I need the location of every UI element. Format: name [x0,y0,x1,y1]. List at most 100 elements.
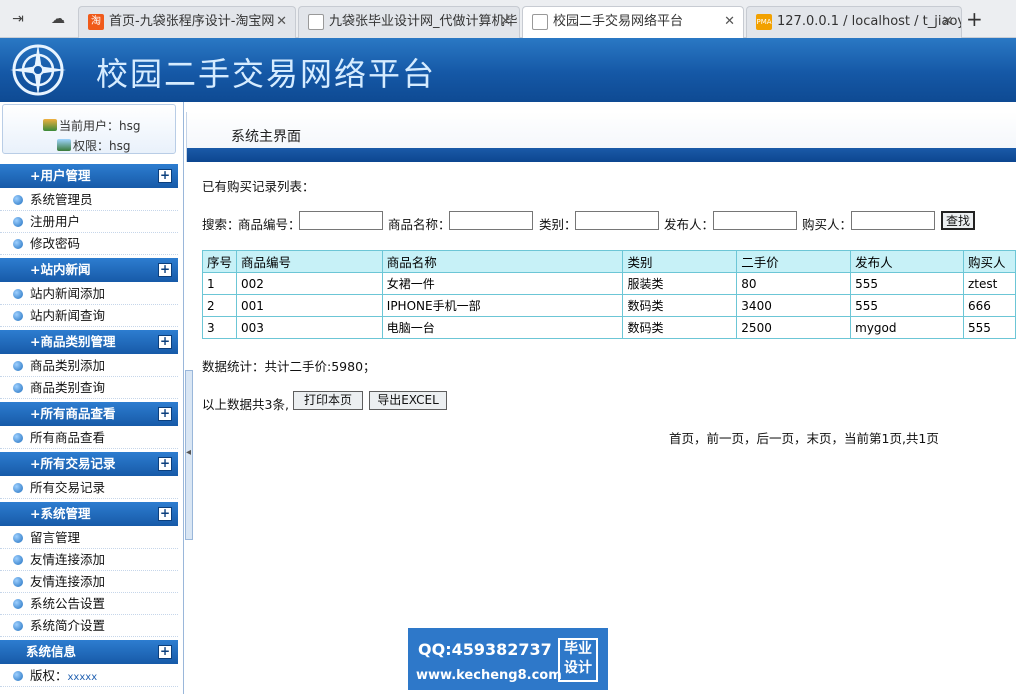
section-title: 系统信息 [26,644,77,659]
publisher-input[interactable] [713,211,797,230]
bullet-icon [13,577,23,587]
site-title: 校园二手交易网络平台 [96,55,437,93]
nav-label: 站内新闻查询 [30,308,106,323]
close-tab-icon[interactable]: ✕ [276,7,287,37]
expand-icon[interactable]: + [158,507,172,521]
section-site-news[interactable]: +站内新闻 + [0,258,178,282]
expand-icon[interactable]: + [158,263,172,277]
section-user-management[interactable]: +用户管理 + [0,164,178,188]
col-header: 序号 [202,250,237,273]
search-prefix: 搜索： [202,217,240,232]
sidebar-toggle-icon[interactable]: ⇥ [8,9,28,29]
expand-icon[interactable]: + [158,169,172,183]
current-user: 当前用户：hsg [43,117,140,134]
expand-icon[interactable]: + [158,645,172,659]
nav-label: 留言管理 [30,530,81,545]
nav-all-transactions[interactable]: 所有交易记录 [0,477,178,499]
table-cell: IPHONE手机一部 [381,294,624,317]
expand-icon[interactable]: + [158,457,172,471]
nav-news-query[interactable]: 站内新闻查询 [0,305,178,327]
code-label: 商品编号： [238,217,301,232]
nav-announcement-settings[interactable]: 系统公告设置 [0,593,178,615]
section-system-info[interactable]: 系统信息 + [0,640,178,664]
expand-icon[interactable]: + [158,407,172,421]
col-header: 商品编号 [235,250,383,273]
table-cell: 555 [850,294,964,317]
tab-label: 九袋张毕业设计网_代做计算机毕 [329,14,518,29]
export-excel-button[interactable]: 导出EXCEL [369,391,447,410]
main-header: 系统主界面 [186,112,1016,162]
expand-icon[interactable]: + [158,335,172,349]
nav-label: 系统管理员 [30,192,93,207]
col-header: 商品名称 [381,250,624,273]
browser-tab-active[interactable]: 校园二手交易网络平台 ✕ [522,6,744,39]
product-code-input[interactable] [299,211,383,230]
nav-all-products[interactable]: 所有商品查看 [0,427,178,449]
pagination[interactable]: 首页，前一页，后一页，末页，当前第1页,共1页 [669,428,939,447]
nav-label: 系统公告设置 [30,596,106,611]
new-tab-icon[interactable]: + [966,9,983,29]
bullet-icon [13,311,23,321]
nav-friend-link-add[interactable]: 友情连接添加 [0,549,178,571]
section-category-management[interactable]: +商品类别管理 + [0,330,178,354]
close-tab-icon[interactable]: ✕ [724,7,735,37]
promo-url: www.kecheng8.com [416,668,562,683]
sidebar-splitter[interactable]: ◂ [185,370,193,540]
print-page-button[interactable]: 打印本页 [293,391,363,410]
nav-category-query[interactable]: 商品类别查询 [0,377,178,399]
section-all-products[interactable]: +所有商品查看 + [0,402,178,426]
product-name-input[interactable] [449,211,533,230]
collapse-arrow-icon[interactable]: ◂ [186,447,191,458]
table-cell: mygod [850,316,964,339]
copyright-label: 版权：xxxxx [30,665,97,688]
nav-system-admin[interactable]: 系统管理员 [0,189,178,211]
table-cell: 3400 [736,294,852,317]
browser-tab-phpmyadmin[interactable]: PMA 127.0.0.1 / localhost / t_jiaoy ✕ [746,6,962,38]
nav-change-password[interactable]: 修改密码 [0,233,178,255]
publisher-label: 发布人： [664,217,715,232]
col-header: 发布人 [850,250,964,273]
promo-badge-top: 毕业 [564,641,592,657]
search-button[interactable]: 查找 [941,211,975,230]
category-label: 类别： [539,217,577,232]
browser-tab-bar: ⇥ ☁ 淘 首页-九袋张程序设计-淘宝网 ✕ 九袋张毕业设计网_代做计算机毕 ✕… [0,0,1016,39]
nav-message-management[interactable]: 留言管理 [0,527,178,549]
list-title: 已有购买记录列表： [202,179,315,194]
close-tab-icon[interactable]: ✕ [500,7,511,37]
nav-friend-link-add-2[interactable]: 友情连接添加 [0,571,178,593]
section-all-transactions[interactable]: +所有交易记录 + [0,452,178,476]
category-input[interactable] [575,211,659,230]
table-header-row: 序号 商品编号 商品名称 类别 二手价 发布人 购买人 [202,250,1016,273]
table-cell: 003 [235,316,383,339]
nav-news-add[interactable]: 站内新闻添加 [0,283,178,305]
cloud-icon[interactable]: ☁ [48,9,68,29]
section-system-management[interactable]: +系统管理 + [0,502,178,526]
section-title: +所有商品查看 [30,406,116,421]
buyer-label: 购买人： [802,217,853,232]
buyer-input[interactable] [851,211,935,230]
table-cell: 555 [850,272,964,295]
table-cell: 002 [235,272,383,295]
nav-category-add[interactable]: 商品类别添加 [0,355,178,377]
close-tab-icon[interactable]: ✕ [942,7,953,37]
col-header: 类别 [622,250,738,273]
tab-label: 首页-九袋张程序设计-淘宝网 [109,14,275,29]
table-cell: 数码类 [622,316,738,339]
browser-tab-taobao[interactable]: 淘 首页-九袋张程序设计-淘宝网 ✕ [78,6,296,38]
table-cell: 电脑一台 [381,316,624,339]
col-header: 二手价 [736,250,852,273]
table-cell: 001 [235,294,383,317]
table-cell: 555 [962,316,1016,339]
tab-label: 127.0.0.1 / localhost / t_jiaoy [777,14,962,29]
nav-registered-users[interactable]: 注册用户 [0,211,178,233]
table-cell: 女裙一件 [381,272,624,295]
page-title: 系统主界面 [231,129,301,145]
copyright-value: xxxxx [67,672,98,683]
browser-tab-jiudaizhang[interactable]: 九袋张毕业设计网_代做计算机毕 ✕ [298,6,520,38]
nav-intro-settings[interactable]: 系统简介设置 [0,615,178,637]
section-title: +商品类别管理 [30,334,116,349]
promo-watermark: QQ:459382737 www.kecheng8.com 毕业 设计 [408,628,608,690]
section-title: +系统管理 [30,506,91,521]
table-cell: ztest [962,272,1016,295]
page-favicon-icon [308,14,324,30]
